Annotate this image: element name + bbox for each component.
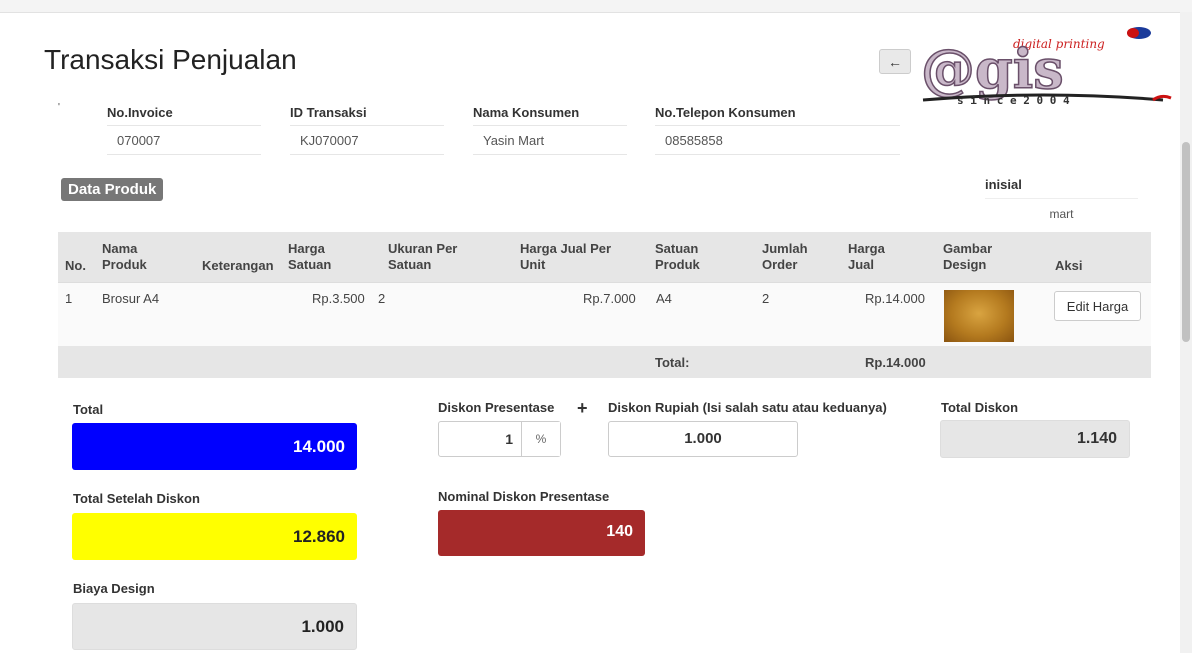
company-logo: digital printing @gis s i n c e 2 0 0 4	[913, 26, 1175, 112]
th-hju-1: Harga Jual Per	[520, 241, 612, 256]
diskon-rp-input[interactable]: 1.000	[608, 421, 798, 457]
table-header: No. Nama Produk Keterangan Harga Satuan …	[58, 232, 1151, 282]
vertical-scrollbar[interactable]	[1180, 12, 1192, 653]
after-discount-box: 12.860	[72, 513, 357, 560]
th-jumlah-2: Order	[762, 257, 798, 272]
nominal-diskon-field: 140	[438, 510, 645, 556]
transaksi-label: ID Transaksi	[290, 105, 367, 120]
data-produk-badge: Data Produk	[61, 178, 164, 201]
after-discount-label: Total Setelah Diskon	[73, 491, 200, 506]
cell-harga-satuan: Rp.3.500	[312, 291, 365, 306]
scrollbar-thumb[interactable]	[1182, 142, 1190, 342]
telepon-label: No.Telepon Konsumen	[655, 105, 796, 120]
invoice-field[interactable]: 070007	[107, 125, 261, 155]
th-satuan-1: Satuan	[655, 241, 699, 256]
table-footer: Total: Rp.14.000	[58, 346, 1151, 378]
biaya-design-box[interactable]: 1.000	[72, 603, 357, 650]
percent-addon: %	[521, 422, 560, 456]
cell-nama: Brosur A4	[102, 291, 160, 306]
inisial-label: inisial	[985, 177, 1022, 192]
logo-graphic: digital printing @gis s i n c e 2 0 0 4	[920, 27, 1172, 107]
biaya-design-value: 1.000	[301, 616, 344, 636]
th-hjual-2: Jual	[848, 257, 875, 272]
back-button[interactable]: ←	[879, 49, 911, 74]
th-no: No.	[65, 258, 86, 273]
konsumen-label: Nama Konsumen	[473, 105, 580, 120]
browser-top-bar	[0, 0, 1192, 13]
logo-letters: @gis	[921, 37, 1064, 101]
th-harga-2: Satuan	[288, 257, 332, 272]
arrow-left-icon: ←	[888, 53, 902, 70]
tick-mark: '	[58, 102, 60, 113]
diskon-rp-label: Diskon Rupiah (Isi salah satu atau kedua…	[608, 400, 887, 415]
th-aksi: Aksi	[1055, 258, 1083, 273]
th-hju-2: Unit	[520, 257, 546, 272]
th-ukuran-2: Satuan	[388, 257, 432, 272]
invoice-label: No.Invoice	[107, 105, 173, 120]
th-jumlah-1: Jumlah	[762, 241, 808, 256]
diskon-pct-label: Diskon Presentase	[438, 400, 555, 415]
th-nama-2: Produk	[102, 257, 147, 272]
footer-total-label: Total:	[655, 355, 690, 370]
total-box: 14.000	[72, 423, 357, 470]
cell-no: 1	[65, 291, 73, 306]
cell-ukuran: 2	[378, 291, 386, 306]
transaksi-field[interactable]: KJ070007	[290, 125, 444, 155]
footer-total-value: Rp.14.000	[865, 355, 926, 370]
total-value: 14.000	[293, 436, 345, 456]
cell-satuan: A4	[656, 291, 672, 306]
th-gambar-1: Gambar	[943, 241, 993, 256]
total-diskon-field: 1.140	[940, 420, 1130, 458]
th-harga-1: Harga	[288, 241, 325, 256]
th-hjual-1: Harga	[848, 241, 885, 256]
th-satuan-2: Produk	[655, 257, 700, 272]
diskon-pct-input-group[interactable]: 1 %	[438, 421, 561, 457]
th-ukuran-1: Ukuran Per	[388, 241, 458, 256]
page-title: Transaksi Penjualan	[44, 44, 297, 75]
edit-harga-button[interactable]: Edit Harga	[1054, 291, 1141, 321]
cell-harga-jual: Rp.14.000	[865, 291, 925, 306]
design-thumbnail[interactable]	[944, 290, 1014, 342]
table-row: 1 Brosur A4 Rp.3.500 2 Rp.7.000 A4 2 Rp.…	[58, 282, 1151, 347]
inisial-field[interactable]: mart	[985, 198, 1138, 228]
logo-since-text: s i n c e 2 0 0 4	[957, 94, 1070, 107]
th-gambar-2: Design	[943, 257, 987, 272]
th-nama-1: Nama	[102, 241, 138, 256]
biaya-design-label: Biaya Design	[73, 581, 155, 596]
total-label: Total	[73, 402, 104, 417]
plus-icon: +	[577, 398, 588, 418]
th-keterangan: Keterangan	[202, 258, 274, 273]
cell-jumlah: 2	[762, 291, 770, 306]
konsumen-field[interactable]: Yasin Mart	[473, 125, 627, 155]
telepon-field[interactable]: 08585858	[655, 125, 900, 155]
nominal-diskon-label: Nominal Diskon Presentase	[438, 489, 610, 504]
total-diskon-label: Total Diskon	[941, 400, 1019, 415]
cell-harga-jual-unit: Rp.7.000	[583, 291, 636, 306]
after-discount-value: 12.860	[293, 526, 345, 546]
diskon-pct-input[interactable]: 1	[439, 422, 521, 456]
